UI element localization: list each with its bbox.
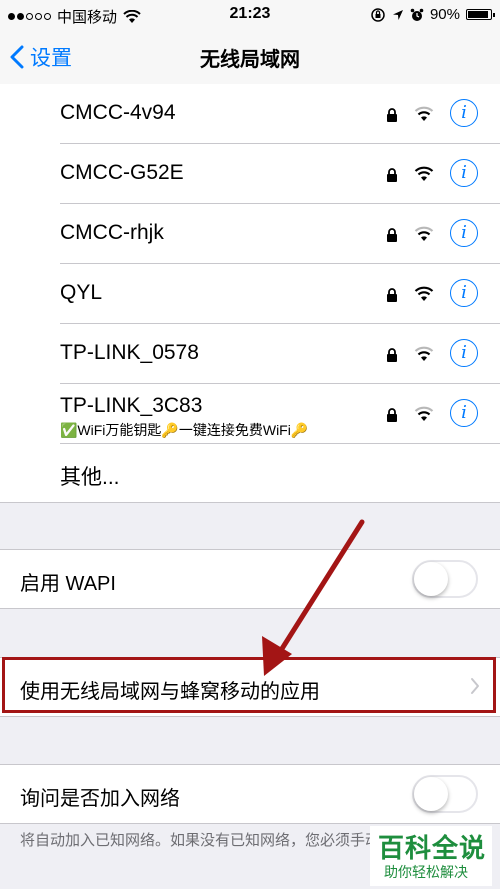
wifi-signal-icon: [414, 226, 434, 241]
ask-join-toggle[interactable]: [412, 775, 478, 813]
navigation-bar: 设置 无线局域网: [0, 28, 500, 85]
other-network-label: 其他...: [60, 466, 120, 489]
info-button[interactable]: i: [450, 399, 478, 427]
network-row[interactable]: CMCC-rhjk i: [0, 204, 500, 264]
alarm-icon: [410, 8, 424, 21]
lock-icon: [387, 348, 397, 362]
ask-join-row: 询问是否加入网络: [0, 764, 500, 824]
network-row[interactable]: QYL i: [0, 264, 500, 324]
network-name: CMCC-4v94: [60, 101, 176, 124]
network-name: CMCC-G52E: [60, 161, 184, 184]
battery-percent: 90%: [429, 6, 460, 23]
network-row[interactable]: TP-LINK_0578 i: [0, 324, 500, 384]
wifi-signal-icon: [414, 406, 434, 421]
info-button[interactable]: i: [450, 99, 478, 127]
status-right: 90%: [370, 6, 495, 23]
network-list: CMCC-4v94 i CMCC-G52E i CMCC-rhjk i QYL i TP-LIN…: [0, 84, 500, 503]
wapi-row: 启用 WAPI: [0, 549, 500, 609]
apps-using-wlan-row[interactable]: 使用无线局域网与蜂窝移动的应用: [0, 657, 500, 717]
network-subtitle: ✅WiFi万能钥匙🔑一键连接免费WiFi🔑: [60, 422, 309, 438]
lock-icon: [387, 408, 397, 422]
network-name: CMCC-rhjk: [60, 221, 164, 244]
watermark-subtitle: 助你轻松解决: [384, 864, 468, 880]
wifi-signal-icon: [414, 166, 434, 181]
other-network-item[interactable]: 其他...: [0, 444, 500, 502]
watermark-title: 百科全说: [378, 833, 487, 863]
chevron-right-icon: [471, 678, 479, 694]
rotation-lock-icon: [371, 7, 385, 22]
info-button[interactable]: i: [450, 159, 478, 187]
wifi-signal-icon: [414, 346, 434, 361]
wapi-toggle[interactable]: [412, 560, 478, 598]
info-button[interactable]: i: [450, 279, 478, 307]
toggle-knob: [414, 562, 448, 596]
network-row[interactable]: TP-LINK_3C83 ✅WiFi万能钥匙🔑一键连接免费WiFi🔑 i: [0, 384, 500, 444]
battery-icon: [466, 9, 495, 20]
network-name: TP-LINK_3C83: [60, 394, 203, 417]
network-row[interactable]: CMCC-4v94 i: [0, 84, 500, 144]
network-name: TP-LINK_0578: [60, 341, 199, 364]
ask-join-label: 询问是否加入网络: [20, 788, 180, 810]
network-row[interactable]: CMCC-G52E i: [0, 144, 500, 204]
wifi-signal-icon: [414, 106, 434, 121]
toggle-knob: [414, 777, 448, 811]
info-button[interactable]: i: [450, 339, 478, 367]
lock-icon: [387, 228, 397, 242]
lock-icon: [387, 108, 397, 122]
info-button[interactable]: i: [450, 219, 478, 247]
lock-icon: [387, 288, 397, 302]
wapi-label: 启用 WAPI: [20, 573, 116, 595]
status-bar: 中国移动 21:23 90%: [0, 0, 500, 28]
page-title: 无线局域网: [200, 49, 300, 71]
apps-using-wlan-label: 使用无线局域网与蜂窝移动的应用: [20, 681, 320, 703]
watermark-logo: 百科全说 助你轻松解决: [370, 826, 492, 886]
lock-icon: [387, 168, 397, 182]
location-icon: [392, 9, 403, 20]
network-name: QYL: [60, 281, 103, 304]
wifi-signal-icon: [414, 286, 434, 301]
